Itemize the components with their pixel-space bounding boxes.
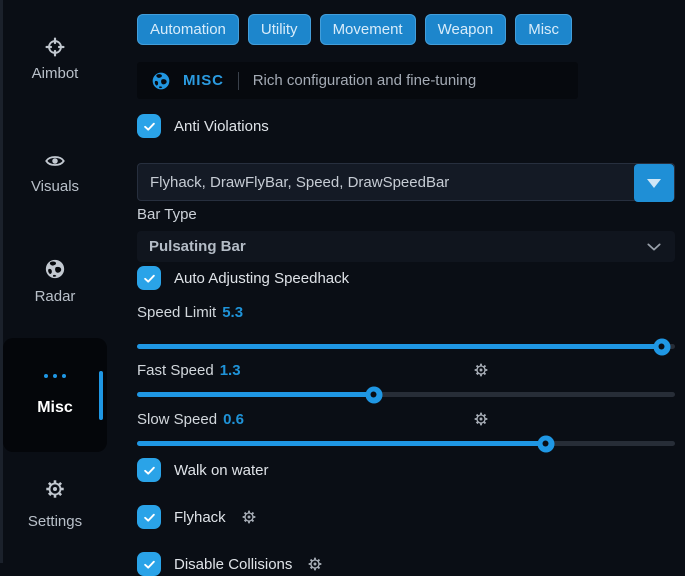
gear-icon <box>0 478 110 500</box>
globe-icon <box>151 71 171 91</box>
speed-limit-handle[interactable] <box>653 338 670 355</box>
slow-speed-text: Slow Speed <box>137 411 217 428</box>
speed-limit-label: Speed Limit 5.3 <box>137 304 243 321</box>
slow-speed-label: Slow Speed 0.6 <box>137 411 244 428</box>
disable-collisions-row[interactable]: Disable Collisions <box>137 552 323 576</box>
bar-type-select[interactable]: Pulsating Bar <box>137 231 675 262</box>
flyhack-checkbox[interactable] <box>137 505 161 529</box>
auto-adjusting-label: Auto Adjusting Speedhack <box>174 270 349 287</box>
fast-speed-handle[interactable] <box>365 386 382 403</box>
tab-misc[interactable]: Misc <box>515 14 572 45</box>
speed-limit-value: 5.3 <box>222 304 243 321</box>
flyhack-gear-icon[interactable] <box>241 509 257 525</box>
section-title: MISC <box>183 72 224 89</box>
sidebar-item-aimbot[interactable]: Aimbot <box>0 65 110 82</box>
active-item-indicator <box>99 371 103 420</box>
disable-collisions-gear-icon[interactable] <box>307 556 323 572</box>
bar-type-label: Bar Type <box>137 206 197 223</box>
section-header: MISC Rich configuration and fine-tuning <box>137 62 578 99</box>
fast-speed-label: Fast Speed 1.3 <box>137 362 241 379</box>
tab-bar: Automation Utility Movement Weapon Misc <box>137 14 572 45</box>
auto-adjusting-checkbox[interactable] <box>137 266 161 290</box>
flag-multiselect-value: Flyhack, DrawFlyBar, Speed, DrawSpeedBar <box>150 174 449 191</box>
disable-collisions-label: Disable Collisions <box>174 556 292 573</box>
anti-violations-row[interactable]: Anti Violations <box>137 114 269 138</box>
sidebar-item-settings[interactable]: Settings <box>0 513 110 530</box>
disable-collisions-checkbox[interactable] <box>137 552 161 576</box>
fast-speed-text: Fast Speed <box>137 362 214 379</box>
walk-on-water-checkbox[interactable] <box>137 458 161 482</box>
globe-icon <box>0 258 110 280</box>
sidebar-item-misc-active[interactable] <box>3 338 107 452</box>
triangle-down-icon <box>647 179 661 188</box>
section-subtitle: Rich configuration and fine-tuning <box>253 72 476 89</box>
ellipsis-icon <box>0 374 110 378</box>
bar-type-value: Pulsating Bar <box>149 238 647 255</box>
slow-speed-handle[interactable] <box>537 435 554 452</box>
tab-movement[interactable]: Movement <box>320 14 416 45</box>
divider <box>238 72 239 90</box>
flyhack-label: Flyhack <box>174 509 226 526</box>
speed-limit-text: Speed Limit <box>137 304 216 321</box>
flyhack-row[interactable]: Flyhack <box>137 505 257 529</box>
app: { "tabs": ["Automation", "Utility", "Mov… <box>0 0 685 563</box>
anti-violations-checkbox[interactable] <box>137 114 161 138</box>
auto-adjusting-row[interactable]: Auto Adjusting Speedhack <box>137 266 349 290</box>
anti-violations-label: Anti Violations <box>174 118 269 135</box>
multiselect-dropdown-button[interactable] <box>634 164 674 202</box>
walk-on-water-label: Walk on water <box>174 462 268 479</box>
sidebar-item-radar[interactable]: Radar <box>0 288 110 305</box>
fast-speed-gear-icon[interactable] <box>473 362 489 378</box>
tab-weapon[interactable]: Weapon <box>425 14 507 45</box>
sidebar-item-misc-label: Misc <box>0 399 110 417</box>
tab-utility[interactable]: Utility <box>248 14 311 45</box>
sidebar-item-visuals[interactable]: Visuals <box>0 178 110 195</box>
tab-automation[interactable]: Automation <box>137 14 239 45</box>
speed-limit-slider[interactable] <box>137 344 675 349</box>
crosshair-icon <box>0 36 110 58</box>
slow-speed-value: 0.6 <box>223 411 244 428</box>
fast-speed-slider[interactable] <box>137 392 675 397</box>
flag-multiselect[interactable]: Flyhack, DrawFlyBar, Speed, DrawSpeedBar <box>137 163 675 201</box>
slow-speed-gear-icon[interactable] <box>473 411 489 427</box>
fast-speed-value: 1.3 <box>220 362 241 379</box>
eye-icon <box>0 150 110 172</box>
chevron-down-icon <box>647 243 661 251</box>
slow-speed-slider[interactable] <box>137 441 675 446</box>
walk-on-water-row[interactable]: Walk on water <box>137 458 268 482</box>
